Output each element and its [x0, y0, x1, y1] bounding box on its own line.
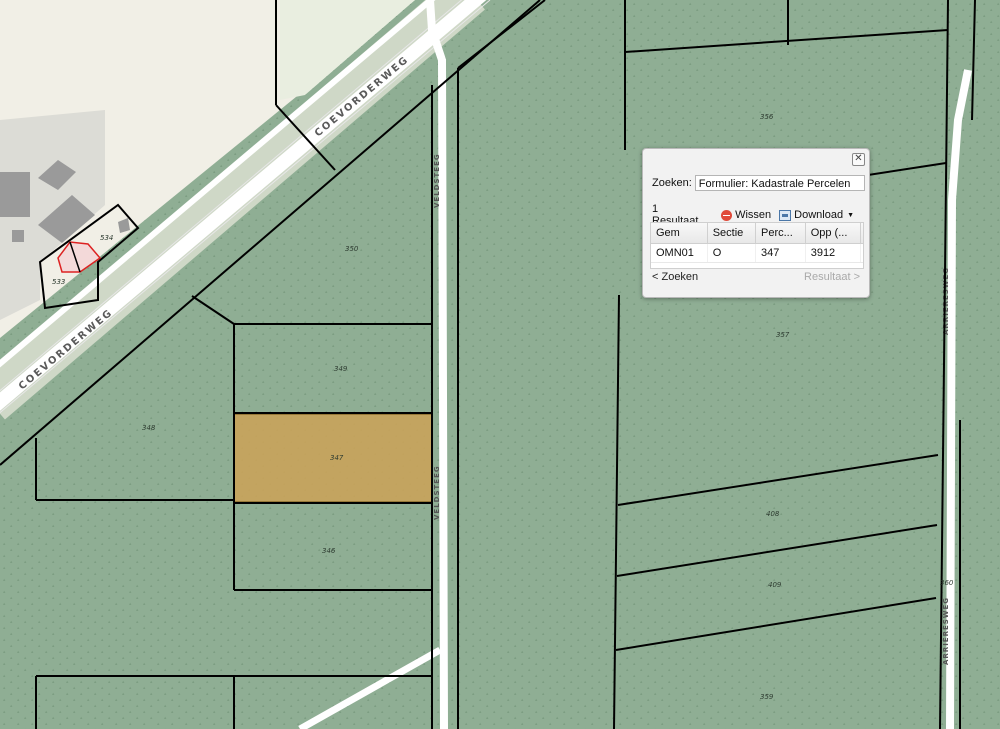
cell-opp: 3912 — [805, 243, 862, 262]
column-header-opp[interactable]: Opp (... — [805, 223, 862, 244]
table-row[interactable]: OMN01 O 347 3912 2 — [651, 243, 863, 262]
close-icon[interactable]: ✕ — [852, 153, 865, 166]
column-header-gem[interactable]: Gem — [651, 223, 708, 244]
search-input[interactable]: Formulier: Kadastrale Percelen — [694, 175, 865, 191]
parcel-label-409: 409 — [768, 581, 782, 589]
back-to-search-link[interactable]: < Zoeken — [652, 271, 698, 283]
cell-sectie: O — [707, 243, 757, 262]
road-label-veldsteeg-bottom: VELDSTEEG — [433, 465, 441, 520]
parcel-label-350: 350 — [345, 245, 359, 253]
download-icon — [779, 209, 792, 221]
column-header-perceel[interactable]: Perc... — [755, 223, 806, 244]
grid-header-row: Gem Sectie Perc... Opp (... — [651, 223, 863, 244]
grid-scrollbar[interactable] — [651, 262, 863, 268]
parcel-label-357: 357 — [776, 331, 790, 339]
forward-to-result-link[interactable]: Resultaat > — [804, 271, 860, 283]
road-label-arriereweg-top: ARRIERESWEG — [942, 267, 950, 335]
clear-icon — [721, 209, 733, 221]
clear-button[interactable]: Wissen — [721, 209, 771, 221]
building — [0, 172, 30, 217]
results-grid: Gem Sectie Perc... Opp (... OMN01 O 347 … — [650, 222, 864, 269]
parcel-label-346: 346 — [322, 547, 336, 555]
road-label-veldsteeg-top: VELDSTEEG — [433, 153, 441, 208]
parcel-label-347: 347 — [330, 454, 344, 462]
popup-footer: < Zoeken Resultaat > — [652, 271, 860, 283]
search-row: Zoeken: Formulier: Kadastrale Percelen — [652, 175, 865, 191]
parcel-label-534: 534 — [100, 234, 113, 242]
parcel-label-348: 348 — [142, 424, 156, 432]
parcel-label-360: 360 — [940, 579, 954, 587]
road-label-arriereweg-bottom: ARRIERESWEG — [942, 597, 950, 665]
column-header-sectie[interactable]: Sectie — [707, 223, 757, 244]
cell-extra: 2 — [860, 243, 863, 262]
download-label: Download — [794, 209, 844, 221]
cadastral-map[interactable]: COEVORDERWEG COEVORDERWEG VELDSTEEG VELD… — [0, 0, 1000, 729]
parcel-label-349: 349 — [334, 365, 348, 373]
parcel-label-408: 408 — [766, 510, 780, 518]
cell-gem: OMN01 — [651, 243, 708, 262]
clear-label: Wissen — [735, 209, 772, 221]
parcel-label-359: 359 — [760, 693, 774, 701]
chevron-down-icon: ▼ — [847, 211, 854, 219]
column-header-extra[interactable] — [860, 223, 863, 244]
parcel-label-533: 533 — [52, 278, 65, 286]
building — [12, 230, 24, 242]
download-button[interactable]: Download ▼ — [779, 209, 854, 221]
parcel-label-356: 356 — [760, 113, 774, 121]
cell-perceel: 347 — [755, 243, 806, 262]
search-label: Zoeken: — [652, 177, 692, 189]
search-results-popup: ✕ Zoeken: Formulier: Kadastrale Percelen… — [642, 148, 870, 298]
